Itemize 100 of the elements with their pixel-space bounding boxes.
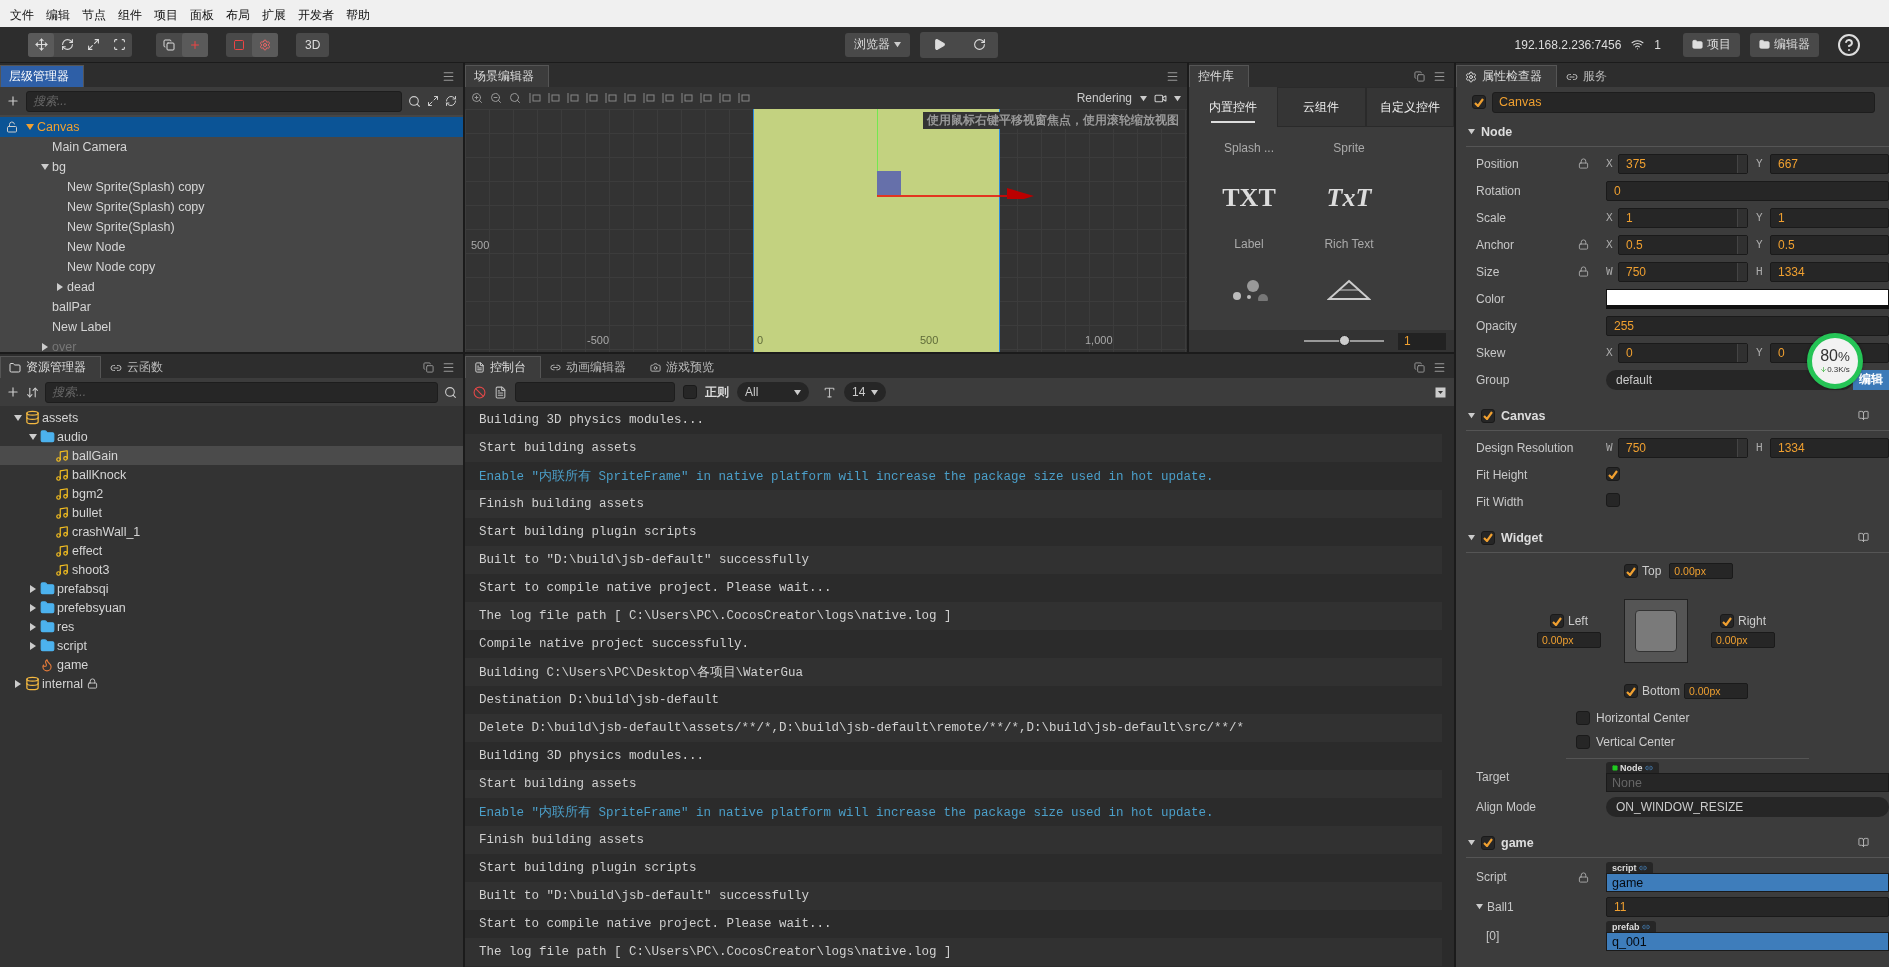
menu-item[interactable]: 文件 — [4, 7, 40, 24]
number-field[interactable]: 1 — [1770, 207, 1889, 228]
asset-row[interactable]: audio — [0, 427, 463, 446]
expand-arrow-icon[interactable] — [28, 584, 37, 593]
tree-row[interactable]: bg — [0, 157, 463, 177]
menu-item[interactable]: 组件 — [112, 7, 148, 24]
panel-tab[interactable]: 控件库 — [1189, 65, 1249, 87]
search-icon[interactable] — [444, 385, 457, 399]
link-icon[interactable] — [1644, 763, 1653, 772]
menu-icon[interactable] — [442, 361, 455, 374]
tree-row[interactable]: New Node copy — [0, 257, 463, 277]
menu-icon[interactable] — [1433, 70, 1446, 83]
component-label[interactable]: Rich Text — [1324, 237, 1374, 251]
number-field[interactable]: 11 — [1606, 896, 1889, 917]
number-field[interactable]: 750 — [1618, 261, 1748, 282]
popout-icon[interactable] — [1414, 362, 1425, 373]
expand-arrow-icon[interactable] — [13, 679, 22, 688]
checkbox[interactable] — [683, 385, 697, 399]
number-field[interactable]: 0 — [1618, 342, 1748, 363]
component-label[interactable]: Splash ... — [1224, 141, 1274, 155]
lock-icon[interactable] — [1578, 239, 1589, 250]
caret-icon[interactable] — [894, 41, 902, 48]
panel-tab[interactable]: 层级管理器 — [0, 65, 84, 87]
project-button[interactable]: 项目 — [1683, 32, 1740, 57]
help-book-icon[interactable] — [1858, 837, 1869, 848]
asset-row[interactable]: crashWall_1 — [0, 522, 463, 541]
zoom-out-icon[interactable] — [490, 92, 502, 104]
editor-button[interactable]: 编辑器 — [1750, 32, 1819, 57]
add-icon[interactable] — [6, 94, 20, 108]
asset-row[interactable]: shoot3 — [0, 560, 463, 579]
menu-icon[interactable] — [442, 70, 455, 83]
caret-icon[interactable] — [1140, 94, 1147, 102]
search-icon[interactable] — [408, 94, 421, 108]
number-field[interactable]: 375 — [1618, 153, 1748, 174]
font-size-dropdown[interactable]: 14 — [844, 382, 887, 402]
expand-arrow-icon[interactable] — [28, 641, 37, 650]
sort-icon[interactable] — [26, 385, 39, 399]
number-field[interactable]: 1334 — [1770, 261, 1889, 282]
panel-tab[interactable]: 属性检查器 — [1456, 65, 1557, 87]
tree-row[interactable]: New Label — [0, 317, 463, 337]
tiled-map-icon[interactable] — [1327, 279, 1371, 301]
tree-row[interactable]: New Node — [0, 237, 463, 257]
menu-icon[interactable] — [1166, 70, 1179, 83]
asset-row[interactable]: bullet — [0, 503, 463, 522]
component-label[interactable]: Sprite — [1333, 141, 1365, 155]
expand-arrow-icon[interactable] — [1476, 903, 1483, 910]
link-icon[interactable] — [1641, 922, 1650, 931]
expand-arrow-icon[interactable] — [1468, 839, 1475, 846]
expand-arrow-icon[interactable] — [28, 622, 37, 631]
menu-item[interactable]: 帮助 — [340, 7, 376, 24]
library-tab[interactable]: 云组件 — [1277, 87, 1366, 127]
asset-row[interactable]: res — [0, 617, 463, 636]
menu-item[interactable]: 扩展 — [256, 7, 292, 24]
checkbox[interactable] — [1550, 614, 1564, 628]
popout-icon[interactable] — [423, 362, 434, 373]
expand-arrow-icon[interactable] — [40, 343, 49, 351]
caret-icon[interactable] — [871, 388, 879, 396]
menu-item[interactable]: 编辑 — [40, 7, 76, 24]
menu-item[interactable]: 项目 — [148, 7, 184, 24]
tree-row[interactable]: New Sprite(Splash) copy — [0, 177, 463, 197]
number-field[interactable]: 0.5 — [1770, 234, 1889, 255]
panel-tab[interactable]: 资源管理器 — [0, 356, 101, 378]
library-tab[interactable]: 自定义控件 — [1365, 87, 1454, 127]
margin-field[interactable]: 0.00px — [1711, 632, 1775, 648]
expand-arrow-icon[interactable] — [40, 163, 49, 171]
asset-row[interactable]: script — [0, 636, 463, 655]
component-glyph[interactable]: TXT — [1222, 183, 1276, 213]
zoom-reset-icon[interactable] — [509, 92, 521, 104]
zoom-in-icon[interactable] — [471, 92, 483, 104]
mode-button[interactable]: 3D — [296, 32, 330, 57]
lock-icon[interactable] — [1578, 266, 1589, 277]
move-tool-icon[interactable] — [28, 32, 54, 57]
expand-arrow-icon[interactable] — [28, 603, 37, 612]
tree-row[interactable]: New Sprite(Splash) — [0, 217, 463, 237]
asset-row[interactable]: prefebsyuan — [0, 598, 463, 617]
asset-row[interactable]: effect — [0, 541, 463, 560]
edit-button[interactable]: 编辑 — [1853, 369, 1889, 390]
checkbox[interactable] — [1481, 835, 1495, 850]
number-field[interactable]: 1334 — [1770, 437, 1889, 458]
number-field[interactable]: 667 — [1770, 153, 1889, 174]
menu-item[interactable]: 节点 — [76, 7, 112, 24]
collapse-icon[interactable] — [1435, 386, 1446, 398]
help-book-icon[interactable] — [1858, 532, 1869, 543]
asset-row[interactable]: ballKnock — [0, 465, 463, 484]
checkbox[interactable] — [1606, 467, 1620, 482]
expand-arrow-icon[interactable] — [1468, 128, 1475, 135]
lock-icon[interactable] — [1578, 158, 1589, 169]
level-dropdown[interactable]: All — [737, 382, 809, 402]
number-field[interactable]: 750 — [1618, 437, 1748, 458]
number-field[interactable]: 0.5 — [1618, 234, 1748, 255]
tree-row[interactable]: dead — [0, 277, 463, 297]
asset-row[interactable]: bgm2 — [0, 484, 463, 503]
log-file-icon[interactable] — [494, 385, 507, 399]
help-icon[interactable] — [1837, 32, 1861, 57]
expand-arrow-icon[interactable] — [55, 283, 64, 291]
lock-icon[interactable] — [1578, 871, 1589, 883]
checkbox[interactable] — [1576, 735, 1590, 749]
checkbox[interactable] — [1606, 493, 1620, 507]
expand-arrow-icon[interactable] — [28, 432, 37, 441]
menu-item[interactable]: 面板 — [184, 7, 220, 24]
